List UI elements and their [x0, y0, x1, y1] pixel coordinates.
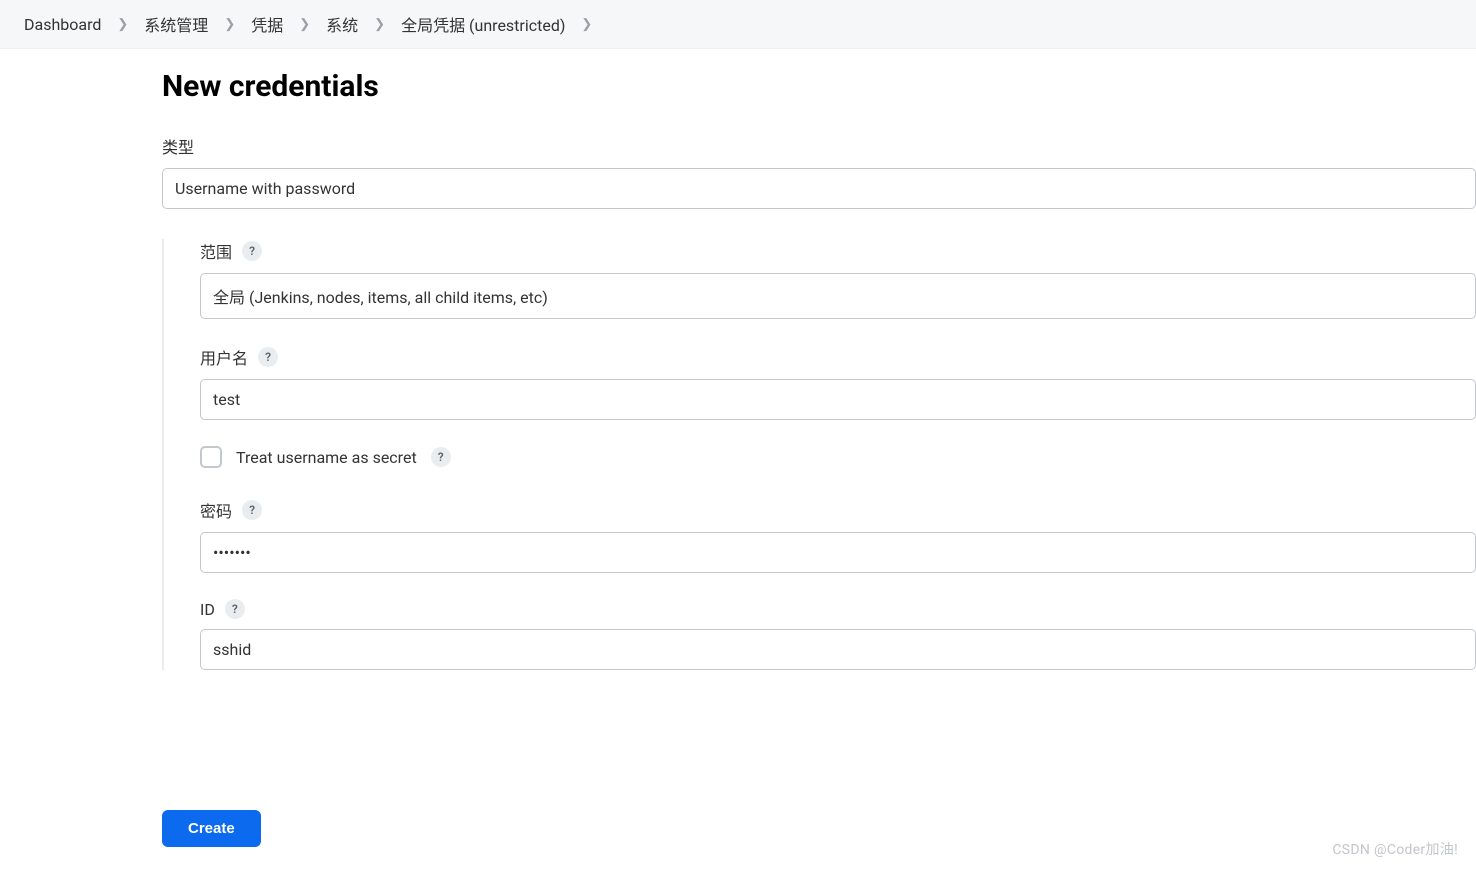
credential-details: 范围 ? 全局 (Jenkins, nodes, items, all chil…: [162, 239, 1476, 670]
chevron-right-icon: ❯: [224, 17, 235, 32]
field-treat-secret: Treat username as secret ?: [200, 446, 1476, 468]
help-icon[interactable]: ?: [242, 241, 262, 261]
treat-secret-checkbox[interactable]: [200, 446, 222, 468]
button-bar: Create: [0, 788, 1476, 877]
id-label: ID: [200, 600, 215, 619]
breadcrumb-item-system[interactable]: 系统: [326, 12, 358, 36]
type-select[interactable]: Username with password: [162, 168, 1476, 209]
chevron-right-icon: ❯: [581, 17, 592, 32]
breadcrumb-item-credentials[interactable]: 凭据: [251, 12, 283, 36]
breadcrumb: Dashboard ❯ 系统管理 ❯ 凭据 ❯ 系统 ❯ 全局凭据 (unres…: [0, 0, 1476, 49]
breadcrumb-item-dashboard[interactable]: Dashboard: [24, 15, 101, 34]
help-icon[interactable]: ?: [431, 447, 451, 467]
field-password: 密码 ?: [200, 498, 1476, 573]
scope-select[interactable]: 全局 (Jenkins, nodes, items, all child ite…: [200, 273, 1476, 319]
breadcrumb-item-system-manage[interactable]: 系统管理: [144, 12, 208, 36]
chevron-right-icon: ❯: [374, 17, 385, 32]
help-icon[interactable]: ?: [225, 599, 245, 619]
chevron-right-icon: ❯: [299, 17, 310, 32]
username-input[interactable]: [200, 379, 1476, 420]
page-title: New credentials: [162, 69, 1476, 104]
type-label: 类型: [162, 134, 194, 158]
password-input[interactable]: [200, 532, 1476, 573]
scope-label: 范围: [200, 239, 232, 263]
field-id: ID ?: [200, 599, 1476, 670]
create-button[interactable]: Create: [162, 810, 261, 847]
id-input[interactable]: [200, 629, 1476, 670]
breadcrumb-item-global[interactable]: 全局凭据 (unrestricted): [401, 12, 565, 36]
field-type: 类型 Username with password: [162, 134, 1476, 209]
password-label: 密码: [200, 498, 232, 522]
field-scope: 范围 ? 全局 (Jenkins, nodes, items, all chil…: [200, 239, 1476, 319]
help-icon[interactable]: ?: [258, 347, 278, 367]
username-label: 用户名: [200, 345, 248, 369]
help-icon[interactable]: ?: [242, 500, 262, 520]
treat-secret-label: Treat username as secret: [236, 448, 417, 467]
field-username: 用户名 ?: [200, 345, 1476, 420]
chevron-right-icon: ❯: [117, 17, 128, 32]
main-content: New credentials 类型 Username with passwor…: [0, 49, 1476, 670]
